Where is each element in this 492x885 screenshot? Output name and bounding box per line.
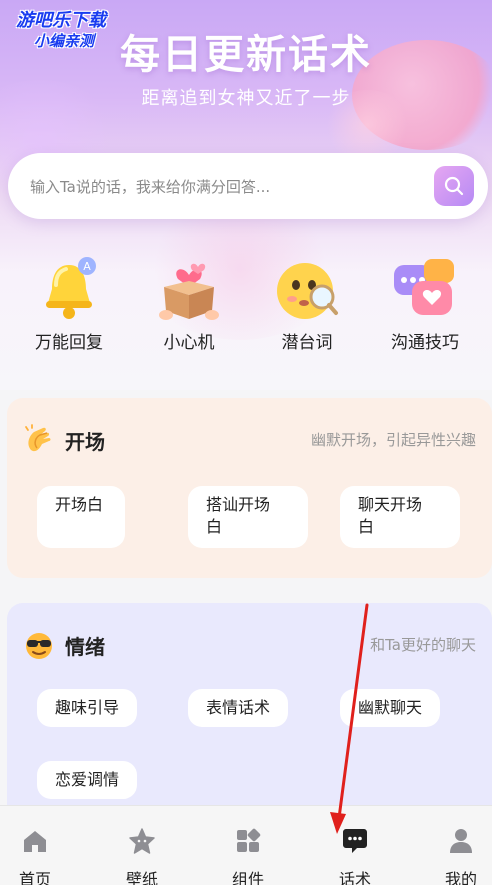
chip-humor-chat[interactable]: 幽默聊天: [340, 689, 441, 727]
tab-scripts[interactable]: 话术: [310, 806, 400, 885]
search-button[interactable]: [434, 166, 474, 206]
quick-action-label: 小心机: [163, 333, 215, 353]
star-icon: [129, 828, 155, 854]
search-bar: [8, 153, 488, 219]
clapping-hands-icon: [25, 424, 51, 452]
chip-emoji-lines[interactable]: 表情话术: [188, 689, 289, 727]
chip-flirting[interactable]: 恋爱调情: [37, 761, 138, 799]
cool-emoji-icon: [26, 633, 52, 659]
chip-chat-opener[interactable]: 聊天开场 白: [340, 486, 460, 548]
quick-action-label: 万能回复: [35, 333, 103, 353]
section-opener: 开场 幽默开场，引起异性兴趣 开场白 搭讪开场 白 聊天开场 白: [7, 398, 492, 578]
home-icon: [24, 831, 46, 852]
quick-action-communication-tips[interactable]: 沟通技巧: [370, 255, 480, 353]
section-description: 和Ta更好的聊天: [370, 636, 476, 654]
section-title: 开场: [65, 429, 105, 454]
bottom-tab-bar: 首页 壁纸 组件 话术 我的: [0, 805, 492, 885]
tab-label: 首页: [18, 870, 51, 885]
tab-widgets[interactable]: 组件: [203, 806, 293, 885]
section-header: 情绪: [23, 629, 105, 661]
widgets-icon: [237, 828, 261, 852]
chat-bubbles-icon: [390, 255, 460, 325]
section-header: 开场: [23, 424, 105, 456]
watermark-line2: 小编亲测: [34, 31, 95, 50]
tab-wallpaper[interactable]: 壁纸: [97, 806, 187, 885]
quick-action-subtext[interactable]: 潜台词: [252, 255, 362, 353]
tab-profile[interactable]: 我的: [416, 806, 492, 885]
thinking-emoji-icon: [272, 255, 342, 325]
search-input[interactable]: [30, 175, 390, 199]
quick-action-label: 沟通技巧: [391, 333, 459, 353]
search-icon: [444, 176, 464, 196]
section-mood: 情绪 和Ta更好的聊天 趣味引导 表情话术 幽默聊天 恋爱调情: [7, 603, 492, 823]
watermark-logo: 游吧乐下载 小编亲测: [16, 10, 106, 50]
chip-fun-guide[interactable]: 趣味引导: [37, 689, 138, 727]
chip-pickup-opener[interactable]: 搭讪开场 白: [188, 486, 308, 548]
profile-icon: [450, 829, 472, 853]
chat-dots-icon: [343, 829, 367, 853]
watermark-line1: 游吧乐下载: [16, 10, 106, 31]
tab-label: 组件: [231, 870, 264, 885]
quick-action-tricks[interactable]: 小心机: [134, 255, 244, 353]
tab-label: 话术: [338, 870, 371, 885]
gift-box-icon: [154, 255, 224, 325]
svg-text:A: A: [83, 260, 91, 273]
tab-home[interactable]: 首页: [0, 806, 80, 885]
quick-action-universal-reply[interactable]: A 万能回复: [14, 255, 124, 353]
hero-subtitle: 距离追到女神又近了一步: [141, 88, 351, 109]
tab-label: 壁纸: [125, 870, 158, 885]
section-description: 幽默开场，引起异性兴趣: [310, 431, 476, 449]
section-title: 情绪: [65, 634, 105, 659]
chip-opener-line[interactable]: 开场白: [37, 486, 125, 548]
tab-label: 我的: [444, 870, 477, 885]
bell-icon: A: [34, 255, 104, 325]
quick-actions: A 万能回复 小心机 潜台词 沟通技巧: [0, 255, 492, 355]
quick-action-label: 潜台词: [281, 333, 333, 353]
